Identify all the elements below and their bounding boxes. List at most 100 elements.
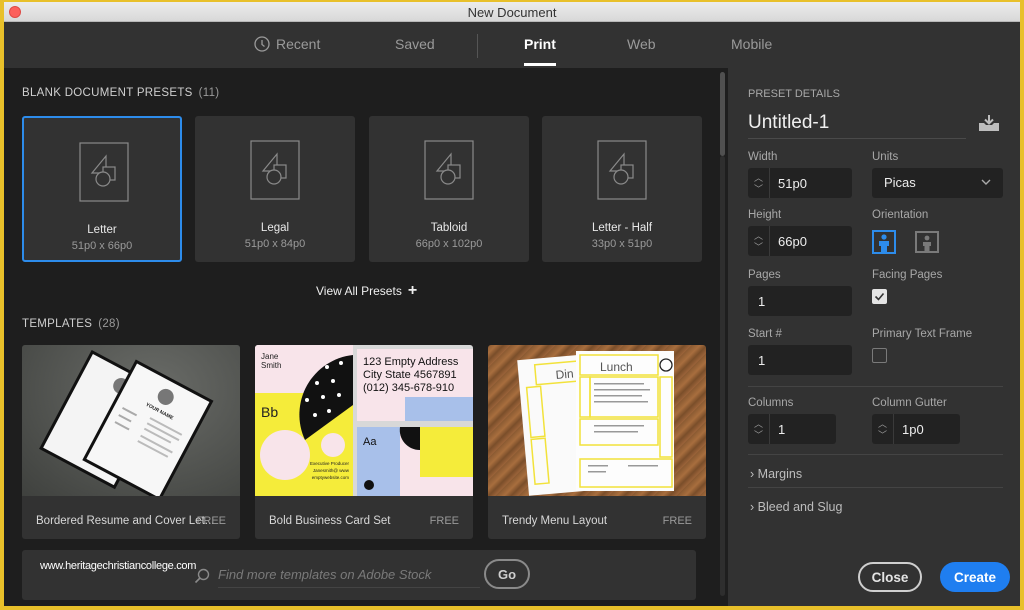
columns-input[interactable]: [778, 414, 832, 444]
column-gutter-input[interactable]: [902, 414, 956, 444]
view-all-presets-link[interactable]: View All Presets +: [316, 282, 417, 300]
template-card-resume[interactable]: YOUR NAME Bordered Resume and Cover Let.…: [22, 345, 240, 539]
orientation-label: Orientation: [872, 209, 929, 221]
pages-label: Pages: [748, 269, 781, 281]
units-select[interactable]: Picas: [872, 168, 1003, 198]
columns-field: ︿ ﹀: [748, 414, 836, 444]
units-value: Picas: [884, 175, 916, 190]
card-aa: Aa: [363, 436, 377, 448]
template-name: Trendy Menu Layout: [502, 515, 608, 527]
chevron-right-icon: ›: [750, 500, 755, 514]
height-input[interactable]: [778, 226, 848, 256]
preset-name: Legal: [260, 222, 290, 234]
pages-input[interactable]: [758, 286, 848, 316]
bleed-slug-section-toggle[interactable]: › Bleed and Slug: [750, 500, 842, 514]
width-input[interactable]: [778, 168, 848, 198]
gutter-stepper[interactable]: ︿ ﹀: [872, 414, 894, 444]
tab-mobile[interactable]: Mobile: [731, 36, 772, 52]
new-document-dialog: New Document Recent Saved Print Web Mobi…: [4, 2, 1020, 606]
create-button[interactable]: Create: [940, 562, 1010, 592]
divider: [748, 487, 1003, 488]
document-preset-icon: [250, 140, 300, 200]
stock-search-bar: www.heritagechristiancollege.com Go: [22, 550, 696, 600]
card-phone: (012) 345-678-910: [363, 382, 454, 394]
active-tab-indicator: [524, 63, 556, 66]
template-thumbnail: Din Lunch: [488, 345, 706, 496]
preset-legal[interactable]: Legal 51p0 x 84p0: [195, 116, 355, 262]
chevron-down-icon: [981, 179, 991, 185]
width-field: ︿ ﹀: [748, 168, 852, 198]
template-card-business[interactable]: Jane Smith Bb Executive Producer Janesmi…: [255, 345, 473, 539]
height-field: ︿ ﹀: [748, 226, 852, 256]
presets-scrollbar[interactable]: [718, 68, 728, 606]
primary-text-frame-label: Primary Text Frame: [872, 328, 973, 340]
columns-stepper[interactable]: ︿ ﹀: [748, 414, 770, 444]
template-price: FREE: [662, 515, 692, 527]
templates-count: (28): [98, 318, 120, 330]
close-button[interactable]: Close: [858, 562, 922, 592]
width-stepper[interactable]: ︿ ﹀: [748, 168, 770, 198]
scrollbar-thumb[interactable]: [720, 72, 725, 156]
column-gutter-field: ︿ ﹀: [872, 414, 960, 444]
card-bb: Bb: [261, 404, 278, 420]
preset-letter[interactable]: Letter 51p0 x 66p0: [22, 116, 182, 262]
card-email: Janesmith@ www: [313, 468, 350, 473]
stock-search-input[interactable]: [218, 562, 480, 588]
checkmark-icon: [874, 292, 885, 301]
tab-divider: [477, 34, 478, 58]
tab-mobile-label: Mobile: [731, 36, 773, 52]
start-number-label: Start #: [748, 328, 782, 340]
facing-pages-label: Facing Pages: [872, 269, 943, 281]
card-name-line1: Jane: [261, 352, 279, 361]
preset-details-panel: PRESET DETAILS Untitled-1 Width ︿﹀ Units…: [728, 68, 1020, 606]
card-site: emptywebsite.com: [312, 475, 350, 480]
tab-print[interactable]: Print: [524, 36, 556, 66]
tab-web[interactable]: Web: [627, 36, 656, 52]
business-card-preview-image: Jane Smith Bb Executive Producer Janesmi…: [255, 345, 473, 496]
preset-name: Letter - Half: [591, 222, 653, 234]
blank-presets-count: (11): [198, 87, 220, 99]
start-number-field: [748, 345, 852, 375]
tab-recent-label: Recent: [276, 36, 321, 52]
units-label: Units: [872, 151, 899, 163]
preset-letter-half[interactable]: Letter - Half 33p0 x 51p0: [542, 116, 702, 262]
height-label: Height: [748, 209, 782, 221]
menu-dinner: Din: [555, 366, 574, 382]
tab-saved[interactable]: Saved: [395, 36, 435, 52]
preset-tabloid[interactable]: Tabloid 66p0 x 102p0: [369, 116, 529, 262]
blank-presets-title: BLANK DOCUMENT PRESETS: [22, 87, 193, 99]
card-role: Executive Producer: [310, 461, 350, 466]
go-button[interactable]: Go: [484, 559, 530, 589]
landscape-orientation-button[interactable]: [915, 230, 939, 254]
chevron-down-icon: ﹀: [754, 242, 764, 252]
menu-lunch: Lunch: [600, 360, 633, 374]
start-number-input[interactable]: [758, 345, 848, 375]
margins-section-toggle[interactable]: › Margins: [750, 467, 802, 481]
portrait-orientation-button[interactable]: [872, 230, 896, 254]
bleed-slug-label: Bleed and Slug: [757, 500, 843, 514]
category-tabs: Recent Saved Print Web Mobile: [4, 22, 1020, 68]
margins-label: Margins: [757, 467, 803, 481]
pages-field: [748, 286, 852, 316]
facing-pages-checkbox[interactable]: [872, 289, 887, 304]
tab-print-label: Print: [524, 36, 556, 52]
template-card-menu[interactable]: Din Lunch Trendy Menu Layout FREE: [488, 345, 706, 539]
window-title: New Document: [467, 5, 557, 20]
tab-recent[interactable]: Recent: [254, 36, 320, 52]
clock-icon: [254, 36, 270, 52]
watermark-text: www.heritagechristiancollege.com: [40, 560, 197, 572]
document-name-field[interactable]: Untitled-1: [748, 112, 966, 139]
save-preset-icon[interactable]: [978, 114, 1000, 132]
plus-icon: +: [407, 282, 418, 299]
preset-name: Letter: [87, 224, 117, 236]
card-name-line2: Smith: [261, 361, 281, 370]
resume-preview-image: YOUR NAME: [39, 349, 214, 496]
template-name: Bordered Resume and Cover Let...: [36, 515, 215, 527]
card-address2: City State 4567891: [363, 369, 457, 381]
chevron-down-icon: ﹀: [754, 430, 764, 440]
primary-text-frame-checkbox[interactable]: [872, 348, 887, 363]
tab-web-label: Web: [627, 36, 656, 52]
height-stepper[interactable]: ︿ ﹀: [748, 226, 770, 256]
preset-size: 33p0 x 51p0: [591, 238, 653, 250]
document-preset-icon: [597, 140, 647, 200]
